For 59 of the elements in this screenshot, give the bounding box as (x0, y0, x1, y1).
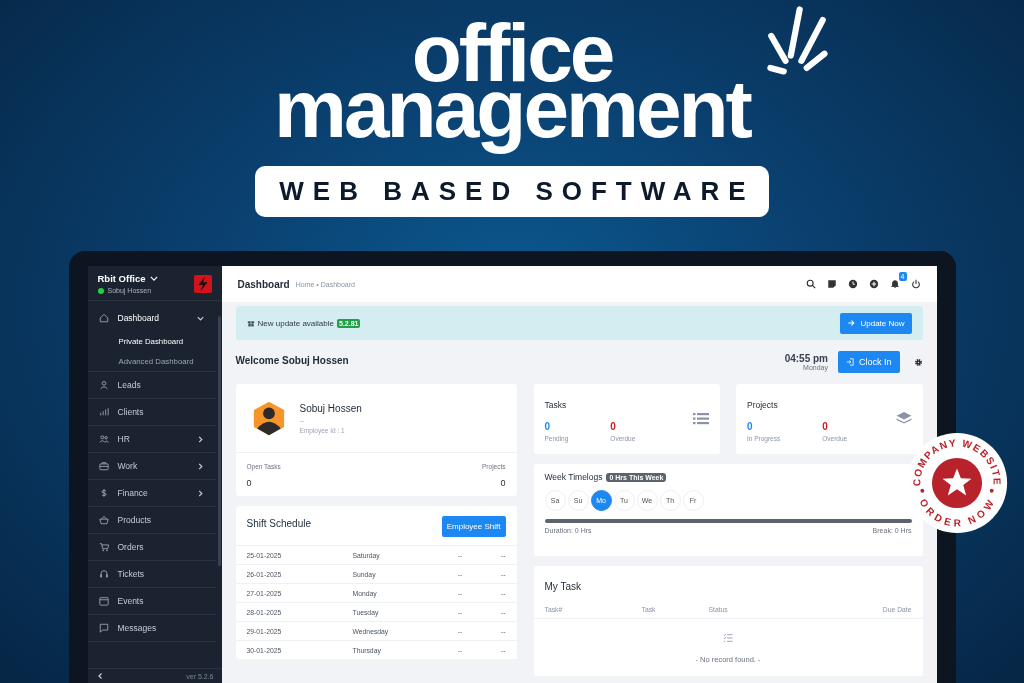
stat-value: 0 (747, 421, 754, 432)
card-title: Tasks (544, 400, 567, 410)
sidebar-item[interactable]: Finance (87, 480, 216, 506)
arrow-right-icon (847, 319, 856, 327)
notification-bell-icon[interactable] (889, 279, 900, 289)
bar-chart-icon (98, 407, 109, 417)
update-message: New update available (257, 318, 334, 328)
cart-icon (98, 542, 109, 552)
bolt-logo-icon (193, 275, 212, 293)
people-icon (98, 434, 109, 444)
chat-icon (98, 623, 109, 633)
sidebar-item[interactable]: Messages (87, 615, 216, 641)
dollar-icon (98, 488, 109, 498)
list-icon (693, 412, 709, 425)
card-title: Projects (747, 400, 778, 410)
sidebar-item[interactable]: Work (87, 453, 216, 479)
current-time: 04:55 pm (784, 353, 828, 364)
home-icon (98, 313, 109, 323)
sidebar-item[interactable]: Orders (87, 534, 216, 560)
gift-icon (246, 319, 255, 327)
stat-value: 0 (822, 421, 829, 432)
sign-in-icon (846, 358, 854, 366)
note-icon[interactable] (826, 279, 837, 289)
stat-value: 0 (610, 421, 617, 432)
card-title: Shift Schedule (246, 518, 311, 529)
briefcase-icon (98, 461, 109, 471)
basket-icon (98, 515, 109, 525)
welcome-heading: Welcome Sobuj Hossen (235, 354, 349, 366)
card-title: Week Timelogs (544, 472, 603, 482)
calendar-icon (98, 596, 109, 606)
layers-icon (895, 412, 912, 425)
stat-value: 0 (500, 478, 506, 488)
page-title: Dashboard (237, 278, 290, 290)
sidebar-item[interactable]: Clients (87, 399, 216, 425)
settings-icon[interactable] (913, 357, 923, 367)
headset-icon (98, 569, 109, 579)
sidebar-item[interactable]: HR (87, 426, 216, 452)
search-icon[interactable] (805, 279, 816, 289)
sidebar-item[interactable]: Events (87, 588, 216, 614)
clock-icon[interactable] (847, 279, 858, 289)
sidebar-item[interactable]: Dashboard (87, 305, 216, 331)
sidebar-item[interactable]: Products (87, 507, 216, 533)
update-now-button[interactable]: Update Now (840, 312, 912, 334)
card-title: My Task (544, 581, 581, 592)
avatar-silhouette-icon (251, 399, 286, 437)
employee-name: Sobuj Hossen (299, 402, 362, 414)
checklist-icon (723, 633, 733, 643)
company-switcher[interactable]: Rbit Office (97, 273, 158, 284)
power-icon[interactable] (910, 279, 921, 289)
sidebar-item[interactable]: Tickets (87, 561, 216, 587)
subtitle-pill: WEB BASED SOFTWARE (255, 166, 769, 217)
add-icon[interactable] (868, 279, 879, 289)
clock-in-button[interactable]: Clock In (838, 351, 900, 373)
stat-value: 0 (246, 478, 253, 488)
sidebar-item[interactable]: Leads (87, 372, 216, 398)
employee-shift-button[interactable]: Employee Shift (441, 516, 506, 537)
stat-value: 0 (544, 421, 552, 432)
chevron-down-icon (149, 276, 158, 281)
person-icon (98, 380, 109, 390)
